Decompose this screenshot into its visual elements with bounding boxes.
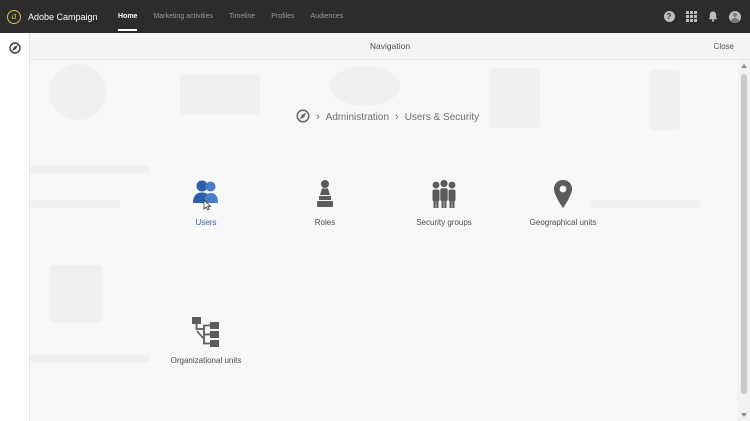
location-pin-icon (554, 180, 572, 208)
close-button[interactable]: Close (714, 33, 734, 60)
panel-scrollbar[interactable] (738, 60, 750, 421)
background-shape (50, 64, 106, 120)
panel-title: Navigation (369, 41, 411, 51)
breadcrumb-separator: › (395, 111, 399, 123)
users-icon-wrap (191, 178, 221, 210)
apps-grid-icon (685, 11, 697, 22)
notifications-button[interactable] (707, 11, 719, 23)
left-rail (0, 33, 30, 421)
background-shape (30, 165, 150, 173)
user-menu-button[interactable] (729, 10, 741, 23)
background-shape (650, 70, 680, 130)
roles-icon (317, 180, 333, 207)
brand[interactable]: a Adobe Campaign (0, 9, 110, 24)
tile-label: Roles (314, 218, 336, 227)
tile-geographical-units[interactable]: Geographical units (513, 178, 613, 227)
avatar (729, 10, 741, 23)
tile-label: Security groups (416, 218, 472, 227)
tab-profiles[interactable]: Profiles (263, 0, 302, 33)
roles-icon-wrap (310, 178, 340, 210)
tile-security-groups[interactable]: Security groups (394, 178, 494, 227)
tab-timeline[interactable]: Timeline (221, 0, 263, 33)
org-units-icon-wrap (191, 316, 221, 348)
location-pin-icon-wrap (548, 178, 578, 210)
background-shape (30, 200, 120, 208)
bell-icon (708, 11, 718, 22)
org-units-icon (192, 317, 219, 347)
apps-button[interactable] (685, 11, 697, 23)
background-shape (330, 66, 400, 106)
breadcrumb-item-administration[interactable]: Administration (326, 112, 389, 123)
scroll-thumb[interactable] (741, 74, 747, 394)
navigation-panel-header: Navigation Close (30, 33, 750, 60)
app-name: Adobe Campaign (28, 11, 98, 22)
top-bar: a Adobe Campaign Home Marketing activiti… (0, 0, 750, 33)
navigation-toggle-button[interactable] (9, 41, 21, 59)
tile-label: Users (195, 218, 217, 227)
tile-label: Geographical units (529, 218, 597, 227)
background-shape (30, 355, 150, 363)
security-groups-icon (432, 179, 456, 208)
background-shape (180, 74, 260, 114)
tile-roles[interactable]: Roles (275, 178, 375, 227)
compass-icon (296, 108, 310, 123)
users-icon (193, 180, 218, 210)
help-icon: ? (663, 11, 675, 22)
help-button[interactable]: ? (663, 11, 675, 23)
scroll-up-arrow-icon[interactable] (741, 64, 747, 68)
scroll-down-arrow-icon[interactable] (741, 413, 747, 417)
background-shape (50, 265, 102, 323)
breadcrumb-separator: › (316, 111, 320, 123)
main-nav: Home Marketing activities Timeline Profi… (110, 0, 351, 33)
adobe-campaign-logo-icon: a (7, 9, 21, 24)
background-shape (490, 68, 540, 128)
tab-audiences[interactable]: Audiences (303, 0, 352, 33)
tile-organizational-units[interactable]: Organizational units (156, 316, 256, 365)
tab-marketing-activities[interactable]: Marketing activities (145, 0, 221, 33)
breadcrumb: › Administration › Users & Security (296, 108, 479, 126)
tile-users[interactable]: Users (156, 178, 256, 227)
security-groups-icon-wrap (429, 178, 459, 210)
tab-home[interactable]: Home (110, 0, 145, 33)
breadcrumb-item-users-security: Users & Security (404, 111, 480, 123)
compass-icon (9, 42, 21, 54)
tile-label: Organizational units (170, 356, 242, 365)
breadcrumb-home[interactable] (296, 108, 310, 126)
topbar-actions: ? (663, 0, 741, 33)
